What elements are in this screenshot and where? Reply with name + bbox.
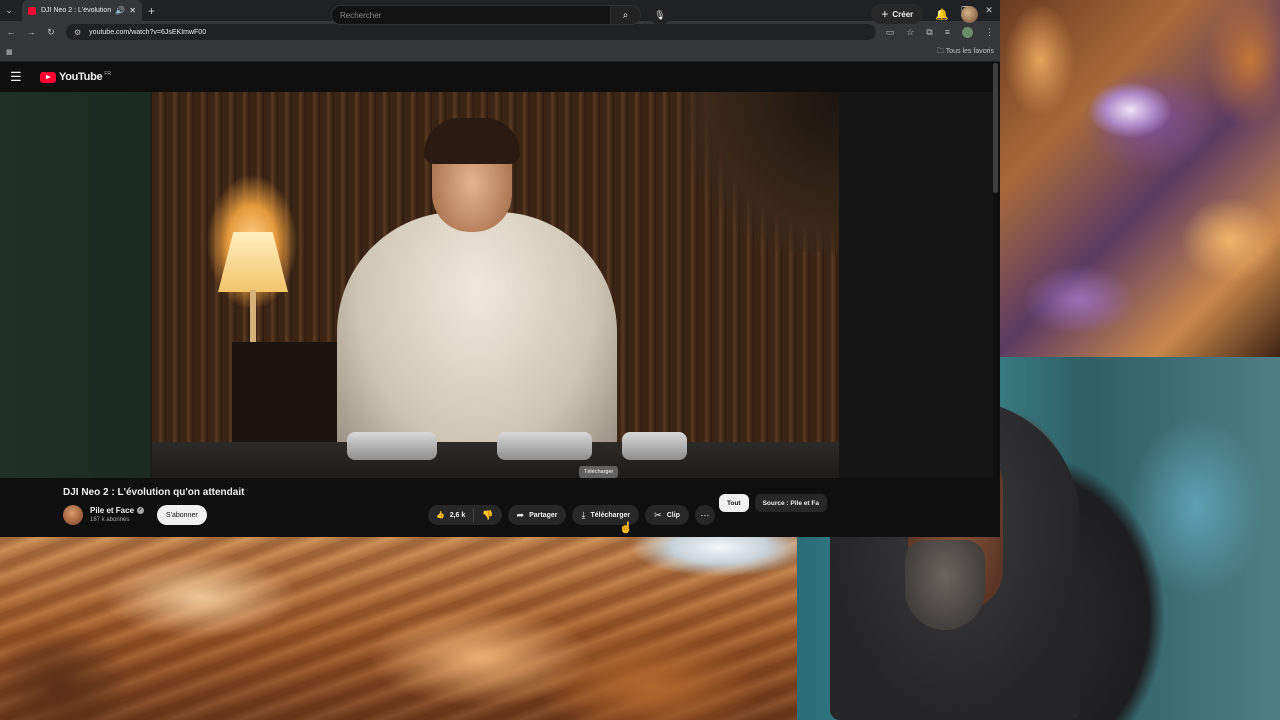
subscribe-button[interactable]: S'abonner bbox=[157, 505, 207, 525]
forward-icon[interactable]: → bbox=[26, 27, 36, 37]
youtube-play-icon bbox=[40, 71, 56, 83]
url-text: youtube.com/watch?v=6JsEKImwF00 bbox=[89, 28, 207, 36]
video-frame[interactable] bbox=[152, 92, 839, 478]
tab-active[interactable]: DJI Neo 2 : L'évolution qu'o 🔊 ✕ bbox=[22, 0, 142, 21]
like-button[interactable]: 👍 2,6 k bbox=[428, 508, 475, 522]
scissors-icon: ✂ bbox=[654, 509, 662, 520]
create-label: Créer bbox=[892, 9, 914, 19]
toolbar-right: ▭ ☆ ⧉ ≡ ⋮ bbox=[886, 26, 994, 38]
video-controller bbox=[622, 432, 687, 460]
video-actions: 👍 2,6 k 👎 ➦ Partager ⤓ Télécharger ✂ Cli… bbox=[428, 505, 715, 525]
video-drone-1 bbox=[347, 432, 437, 460]
channel-avatar[interactable] bbox=[63, 505, 83, 525]
share-icon: ➦ bbox=[516, 509, 525, 520]
plus-icon: + bbox=[881, 7, 889, 21]
search-input[interactable]: Rechercher bbox=[331, 5, 611, 25]
chip-source[interactable]: Source : Pile et Fa bbox=[754, 494, 827, 512]
share-button[interactable]: ➦ Partager bbox=[507, 505, 567, 525]
search-icon[interactable]: ⌕ bbox=[611, 5, 641, 25]
logo-country: FR bbox=[104, 71, 111, 77]
back-icon[interactable]: ← bbox=[6, 27, 16, 37]
video-curtain bbox=[689, 92, 839, 252]
account-avatar[interactable] bbox=[961, 5, 978, 23]
tab-audio-icon[interactable]: 🔊 bbox=[115, 6, 125, 15]
profile-avatar[interactable] bbox=[962, 26, 973, 38]
more-actions-icon[interactable]: ⋯ bbox=[694, 505, 715, 525]
cast-icon[interactable]: ▭ bbox=[886, 27, 895, 38]
bookmark-star-icon[interactable]: ☆ bbox=[906, 27, 914, 38]
extensions-icon[interactable]: ⧉ bbox=[926, 27, 932, 38]
share-label: Partager bbox=[529, 511, 558, 519]
header-actions: + Créer 🔔 bbox=[871, 4, 978, 24]
all-bookmarks[interactable]: 🗀 Tous les favoris bbox=[937, 47, 994, 58]
all-bookmarks-label: Tous les favoris bbox=[945, 47, 994, 55]
tab-search-icon[interactable]: ⌄ bbox=[0, 2, 18, 20]
tab-close-icon[interactable]: ✕ bbox=[129, 6, 136, 15]
close-window-icon[interactable]: ✕ bbox=[982, 5, 996, 16]
youtube-logo[interactable]: YouTube FR bbox=[40, 71, 111, 83]
clip-button[interactable]: ✂ Clip bbox=[645, 505, 689, 525]
media-icon[interactable]: ≡ bbox=[945, 27, 950, 37]
menu-icon[interactable]: ⋮ bbox=[985, 27, 994, 38]
video-player[interactable] bbox=[0, 92, 993, 478]
tab-title: DJI Neo 2 : L'évolution qu'o bbox=[41, 7, 112, 14]
abstract-art-bottom bbox=[0, 537, 797, 720]
verified-check-icon: ✓ bbox=[137, 507, 145, 514]
subscriber-count: 187 k abonnés bbox=[90, 517, 130, 523]
dislike-button[interactable]: 👎 bbox=[474, 510, 501, 521]
logo-text: YouTube bbox=[59, 71, 103, 83]
download-tooltip: Télécharger bbox=[579, 466, 619, 478]
omnibox[interactable]: ⚙ youtube.com/watch?v=6JsEKImwF00 bbox=[66, 24, 876, 40]
video-title: DJI Neo 2 : L'évolution qu'on attendait bbox=[63, 487, 245, 498]
like-dislike-group: 👍 2,6 k 👎 bbox=[428, 505, 502, 525]
screen: ⌄ DJI Neo 2 : L'évolution qu'o 🔊 ✕ + ─ ❐… bbox=[0, 0, 1280, 720]
video-lamp bbox=[218, 232, 288, 292]
site-info-icon[interactable]: ⚙ bbox=[74, 28, 81, 37]
video-lamp-base bbox=[250, 290, 256, 350]
channel-name-text: Pile et Face bbox=[90, 506, 135, 515]
video-table bbox=[152, 442, 839, 478]
mouse-cursor-icon: ☝ bbox=[619, 522, 633, 534]
browser-window: ⌄ DJI Neo 2 : L'évolution qu'o 🔊 ✕ + ─ ❐… bbox=[0, 0, 1000, 537]
thumb-up-icon: 👍 bbox=[436, 512, 445, 519]
notifications-bell-icon[interactable]: 🔔 bbox=[935, 8, 949, 21]
clip-label: Clip bbox=[666, 511, 680, 519]
page-scrollbar[interactable] bbox=[993, 63, 998, 193]
reload-icon[interactable]: ↻ bbox=[46, 27, 56, 38]
channel-name[interactable]: Pile et Face ✓ bbox=[90, 506, 145, 515]
bookmarks-bar: ▦ 🗀 Tous les favoris bbox=[0, 43, 1000, 62]
apps-icon[interactable]: ▦ bbox=[6, 48, 13, 56]
abstract-art-right bbox=[1000, 0, 1280, 357]
video-drone-2 bbox=[497, 432, 592, 460]
related-chips: Tout Source : Pile et Fa bbox=[719, 494, 827, 512]
chip-all[interactable]: Tout bbox=[719, 494, 749, 512]
new-tab-icon[interactable]: + bbox=[148, 4, 155, 18]
youtube-favicon-icon bbox=[28, 6, 36, 15]
webcam-person-beard bbox=[905, 540, 985, 630]
download-icon: ⤓ bbox=[581, 509, 586, 520]
video-presenter-hair bbox=[424, 118, 520, 164]
like-count: 2,6 k bbox=[449, 511, 466, 519]
microphone-icon[interactable]: 🎙 bbox=[650, 5, 670, 25]
download-label: Télécharger bbox=[590, 511, 631, 519]
youtube-header: ☰ YouTube FR bbox=[0, 62, 1000, 92]
create-button[interactable]: + Créer bbox=[871, 4, 924, 24]
thumb-down-icon: 👎 bbox=[482, 509, 494, 520]
menu-hamburger-icon[interactable]: ☰ bbox=[10, 69, 28, 85]
